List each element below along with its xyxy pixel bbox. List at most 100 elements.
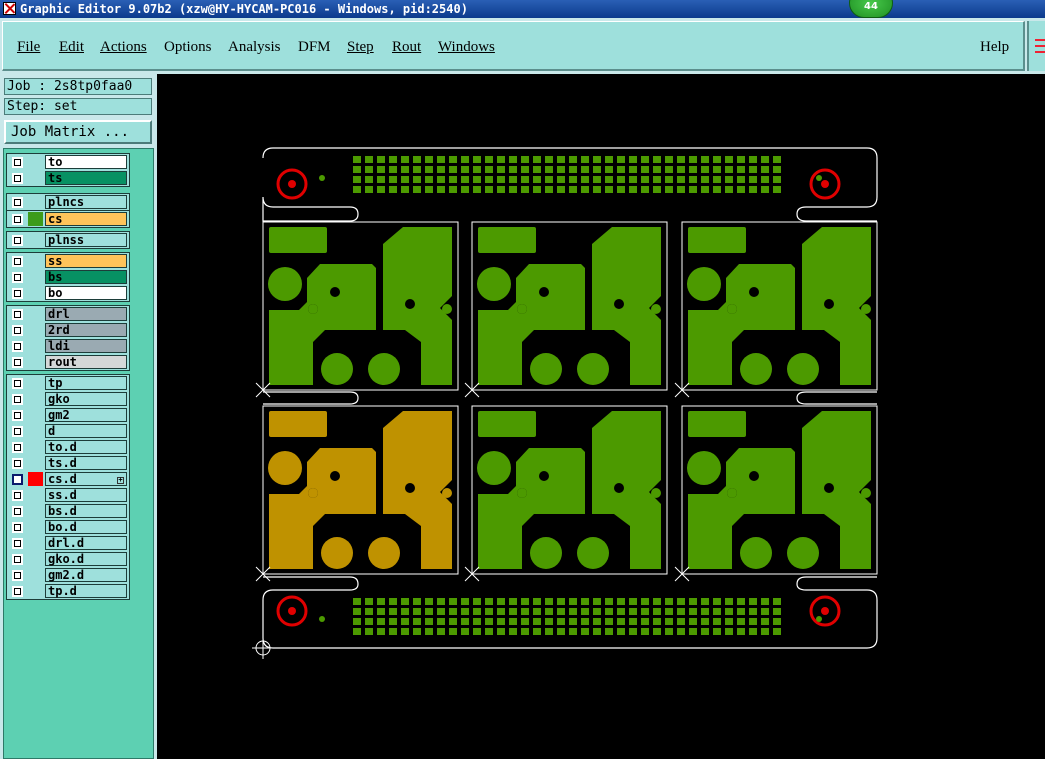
layer-name[interactable]: rout (45, 355, 127, 369)
layer-name[interactable]: drl (45, 307, 127, 321)
layer-name[interactable]: tp (45, 376, 127, 390)
layer-name[interactable]: bs (45, 270, 127, 284)
layer-checkbox[interactable] (12, 474, 23, 485)
layer-row[interactable]: ts.d (8, 455, 128, 471)
layer-checkbox[interactable] (12, 357, 23, 368)
layer-name[interactable]: drl.d (45, 536, 127, 550)
layer-color-swatch[interactable] (28, 520, 43, 534)
layer-row[interactable]: bs.d (8, 503, 128, 519)
layer-name[interactable]: bs.d (45, 504, 127, 518)
layer-row[interactable]: tp (8, 375, 128, 391)
layer-row[interactable]: plncs (8, 194, 128, 210)
layer-row[interactable]: gm2.d (8, 567, 128, 583)
layer-checkbox[interactable] (12, 586, 23, 597)
layer-row[interactable]: to (8, 154, 128, 170)
job-matrix-button[interactable]: Job Matrix ... (4, 120, 152, 144)
menu-dfm[interactable]: DFM (298, 39, 331, 56)
layer-color-swatch[interactable] (28, 270, 43, 284)
layer-row[interactable]: gko (8, 391, 128, 407)
layer-name[interactable]: plncs (45, 195, 127, 209)
layer-color-swatch[interactable] (28, 212, 43, 226)
layer-row[interactable]: to.d (8, 439, 128, 455)
layer-color-swatch[interactable] (28, 254, 43, 268)
layer-color-swatch[interactable] (28, 440, 43, 454)
layer-name[interactable]: gm2.d (45, 568, 127, 582)
layer-name[interactable]: tp.d (45, 584, 127, 598)
layer-checkbox[interactable] (12, 378, 23, 389)
layer-row[interactable]: plnss (8, 232, 128, 248)
layer-row[interactable]: ss.d (8, 487, 128, 503)
layer-name[interactable]: bo.d (45, 520, 127, 534)
layer-row[interactable]: ss (8, 253, 128, 269)
layer-checkbox[interactable] (12, 235, 23, 246)
layer-row[interactable]: d (8, 423, 128, 439)
layer-checkbox[interactable] (12, 410, 23, 421)
layer-name[interactable]: bo (45, 286, 127, 300)
layer-color-swatch[interactable] (28, 408, 43, 422)
layer-color-swatch[interactable] (28, 286, 43, 300)
layer-color-swatch[interactable] (28, 504, 43, 518)
layer-checkbox[interactable] (12, 157, 23, 168)
layer-checkbox[interactable] (12, 272, 23, 283)
layer-name[interactable]: gko (45, 392, 127, 406)
layer-color-swatch[interactable] (28, 536, 43, 550)
layer-checkbox[interactable] (12, 256, 23, 267)
layer-color-swatch[interactable] (28, 376, 43, 390)
layer-color-swatch[interactable] (28, 424, 43, 438)
layer-name[interactable]: ss (45, 254, 127, 268)
menu-edit[interactable]: Edit (59, 39, 84, 56)
layer-name[interactable]: gko.d (45, 552, 127, 566)
layer-name[interactable]: to (45, 155, 127, 169)
layer-color-swatch[interactable] (28, 488, 43, 502)
layer-color-swatch[interactable] (28, 339, 43, 353)
layer-checkbox[interactable] (12, 341, 23, 352)
layer-name[interactable]: ts.d (45, 456, 127, 470)
layer-color-swatch[interactable] (28, 355, 43, 369)
layer-checkbox[interactable] (12, 506, 23, 517)
layer-checkbox[interactable] (12, 309, 23, 320)
layer-checkbox[interactable] (12, 173, 23, 184)
layer-color-swatch[interactable] (28, 472, 43, 486)
layer-name[interactable]: d (45, 424, 127, 438)
layer-row[interactable]: ts (8, 170, 128, 186)
layer-checkbox[interactable] (12, 197, 23, 208)
layer-color-swatch[interactable] (28, 552, 43, 566)
menu-actions[interactable]: Actions (100, 39, 147, 56)
app-icon[interactable] (3, 2, 16, 15)
layer-name[interactable]: 2rd (45, 323, 127, 337)
layer-checkbox[interactable] (12, 394, 23, 405)
layer-checkbox[interactable] (12, 458, 23, 469)
layer-checkbox[interactable] (12, 426, 23, 437)
menu-analysis[interactable]: Analysis (228, 39, 281, 56)
menu-overflow[interactable] (1027, 21, 1045, 71)
layer-row[interactable]: bo (8, 285, 128, 301)
layer-color-swatch[interactable] (28, 323, 43, 337)
graphic-canvas[interactable] (157, 74, 1045, 759)
layer-name[interactable]: ldi (45, 339, 127, 353)
layer-color-swatch[interactable] (28, 392, 43, 406)
layer-checkbox[interactable] (12, 490, 23, 501)
menu-file[interactable]: File (17, 39, 40, 56)
layer-checkbox[interactable] (12, 570, 23, 581)
layer-row[interactable]: cs (8, 211, 128, 227)
layer-row[interactable]: ldi (8, 338, 128, 354)
layer-name[interactable]: ss.d (45, 488, 127, 502)
layer-color-swatch[interactable] (28, 171, 43, 185)
layer-row[interactable]: gm2 (8, 407, 128, 423)
layer-row[interactable]: drl (8, 306, 128, 322)
menu-help[interactable]: Help (980, 39, 1009, 56)
layer-row[interactable]: rout (8, 354, 128, 370)
menu-windows[interactable]: Windows (438, 39, 495, 56)
menu-rout[interactable]: Rout (392, 39, 421, 56)
layer-row[interactable]: gko.d (8, 551, 128, 567)
layer-checkbox[interactable] (12, 522, 23, 533)
layer-name[interactable]: cs.d + (45, 472, 127, 486)
layer-checkbox[interactable] (12, 288, 23, 299)
layer-name[interactable]: cs (45, 212, 127, 226)
counter-badge[interactable]: 44 (849, 0, 893, 18)
layer-color-swatch[interactable] (28, 233, 43, 247)
layer-row[interactable]: tp.d (8, 583, 128, 599)
layer-color-swatch[interactable] (28, 584, 43, 598)
layer-color-swatch[interactable] (28, 456, 43, 470)
layer-row[interactable]: cs.d + (8, 471, 128, 487)
